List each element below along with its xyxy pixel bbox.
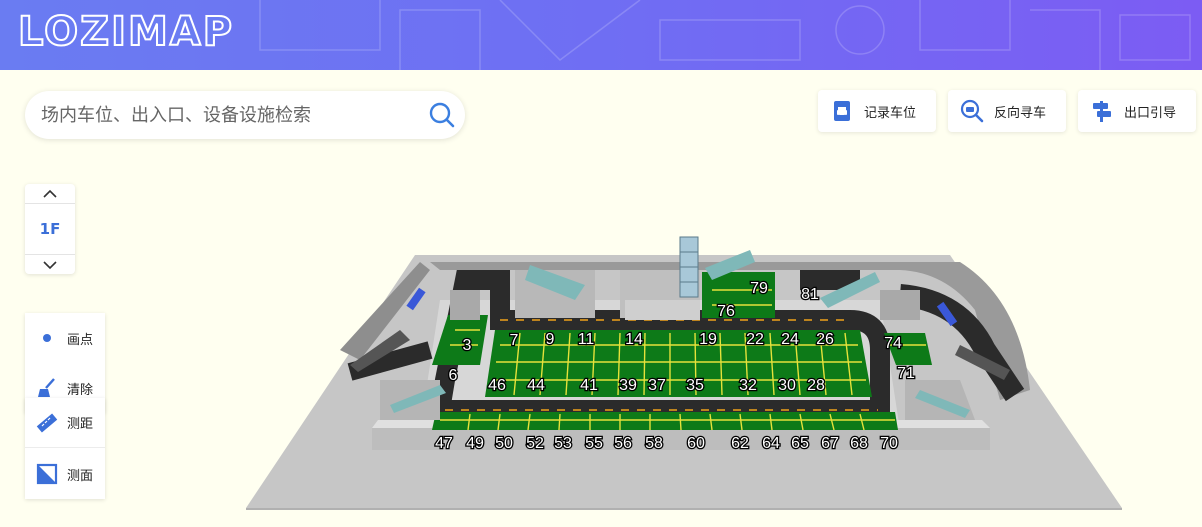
spot-label[interactable]: 44 [526,376,546,396]
spot-label[interactable]: 35 [685,376,705,396]
spot-label[interactable]: 62 [730,434,750,454]
spot-label[interactable]: 81 [800,285,820,305]
parking-zone-front [432,412,898,430]
spot-label[interactable]: 60 [686,434,706,454]
spot-label[interactable]: 22 [745,330,765,350]
spot-label[interactable]: 46 [487,376,507,396]
floor-down-button[interactable] [25,254,75,274]
spot-label[interactable]: 7 [508,331,520,351]
area-icon [35,462,59,486]
measure-area-label: 测面 [67,468,94,484]
measure-tools-panel: 测距 测面 [25,398,105,499]
spot-label[interactable]: 67 [820,434,840,454]
current-floor[interactable]: 1F [25,204,75,254]
chevron-down-icon [43,260,57,269]
spot-label[interactable]: 55 [584,434,604,454]
spot-label[interactable]: 47 [434,434,454,454]
spot-label[interactable]: 41 [579,376,599,396]
spot-label[interactable]: 37 [647,376,667,396]
measure-distance-button[interactable]: 测距 [25,398,105,448]
spot-label[interactable]: 79 [749,279,769,299]
floor-up-button[interactable] [25,184,75,204]
chevron-up-icon [43,189,57,198]
spot-label[interactable]: 76 [716,302,736,322]
draw-point-label: 画点 [67,332,94,348]
spot-label[interactable]: 65 [790,434,810,454]
spot-label[interactable]: 9 [544,330,556,350]
measure-distance-label: 测距 [67,417,94,432]
spot-label[interactable]: 68 [849,434,869,454]
spot-label[interactable]: 71 [896,364,916,384]
spot-label[interactable]: 58 [644,434,664,454]
spot-label[interactable]: 39 [618,376,638,396]
spot-label[interactable]: 30 [777,376,797,396]
spot-label[interactable]: 14 [624,330,644,350]
spot-label[interactable]: 70 [879,434,899,454]
clear-label: 清除 [67,382,94,398]
spot-label[interactable]: 26 [815,330,835,350]
spot-label[interactable]: 50 [494,434,514,454]
spot-label[interactable]: 6 [447,366,459,386]
spot-label[interactable]: 3 [461,336,473,356]
spot-label[interactable]: 53 [553,434,573,454]
draw-point-button[interactable]: 画点 [25,313,105,363]
spot-label[interactable]: 28 [806,376,826,396]
dot-icon [35,326,59,350]
spot-label[interactable]: 24 [780,330,800,350]
spot-label[interactable]: 52 [525,434,545,454]
spot-label[interactable]: 32 [738,376,758,396]
spot-label[interactable]: 49 [465,434,485,454]
spot-label[interactable]: 64 [761,434,781,454]
measure-area-button[interactable]: 测面 [25,449,105,499]
spot-label[interactable]: 11 [576,330,595,350]
floor-selector: 1F [25,184,75,274]
spot-label[interactable]: 74 [883,334,903,354]
spot-label[interactable]: 19 [698,330,718,350]
broom-icon [35,376,59,400]
parking-map[interactable]: 3 6 7 9 11 14 19 22 24 26 28 30 32 35 37… [0,0,1202,527]
ruler-icon [35,411,59,435]
spot-label[interactable]: 56 [613,434,633,454]
